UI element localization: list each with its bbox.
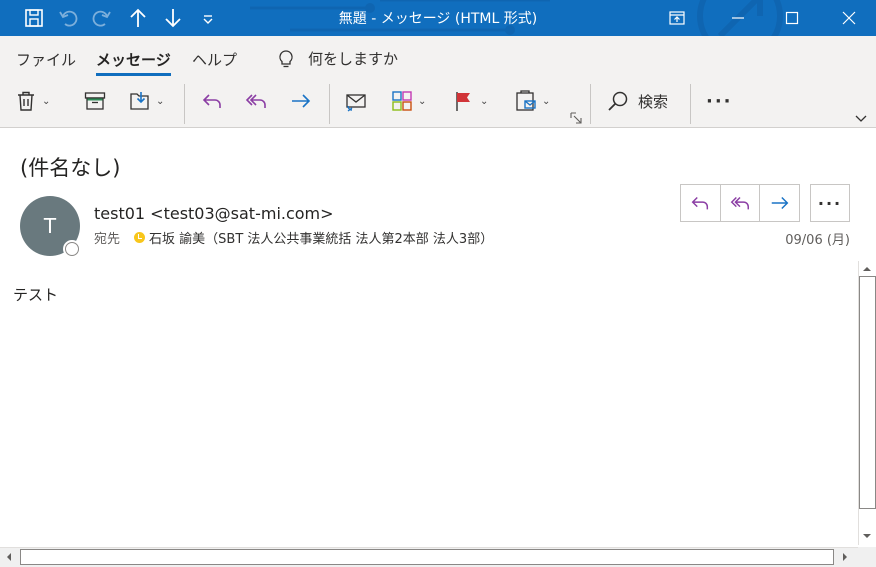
title-bar: 無題 - メッセージ (HTML 形式): [0, 0, 876, 36]
ribbon-display-icon[interactable]: [654, 0, 700, 36]
tell-me-text: 何をしますか: [308, 50, 399, 68]
ribbon-divider: [329, 84, 330, 124]
search-button[interactable]: 検索: [606, 86, 668, 116]
quick-actions: [680, 184, 800, 222]
dialog-launcher-icon[interactable]: [570, 112, 582, 124]
chevron-down-icon: ⌄: [418, 95, 427, 107]
message-subject: (件名なし): [20, 156, 121, 180]
more-actions-button[interactable]: ···: [810, 184, 850, 222]
chevron-down-icon: ⌄: [480, 95, 489, 107]
reply-all-icon: [245, 94, 266, 108]
archive-button[interactable]: [83, 86, 107, 116]
mail-reply-icon: [346, 94, 366, 112]
rules-icon: [516, 90, 536, 111]
delete-button[interactable]: ⌄: [14, 86, 50, 116]
forward-icon: [292, 94, 311, 108]
delete-icon: [18, 91, 34, 111]
scroll-up-icon[interactable]: [859, 262, 875, 276]
recipient-row: 宛先 石坂 諭美（SBT 法人公共事業統括 法人第2本部 法人3部）: [94, 228, 493, 247]
reply-all-button[interactable]: [721, 185, 761, 221]
chevron-down-icon: ⌄: [42, 95, 51, 107]
ribbon: ファイル メッセージ ヘルプ 何をしますか ⌄ ⌄ ⌄ ⌄ ⌄ 検索 ···: [0, 36, 876, 128]
more-icon: ···: [817, 193, 843, 213]
maximize-icon[interactable]: [769, 0, 815, 36]
to-label: 宛先: [94, 232, 121, 247]
ribbon-divider: [184, 84, 185, 124]
forward-button[interactable]: [289, 86, 313, 116]
move-button[interactable]: ⌄: [128, 86, 164, 116]
more-commands-button[interactable]: ···: [706, 86, 733, 116]
search-icon: [608, 91, 628, 111]
recipient-name[interactable]: 石坂 諭美（SBT 法人公共事業統括 法人第2本部 法人3部）: [149, 228, 493, 247]
categorize-button[interactable]: ⌄: [390, 86, 426, 116]
categorize-icon: [392, 91, 412, 111]
scrollbar-corner: [858, 547, 876, 567]
ribbon-divider: [590, 84, 591, 124]
chevron-down-icon: ⌄: [542, 95, 551, 107]
forward-button[interactable]: [760, 185, 799, 221]
flag-button[interactable]: ⌄: [452, 86, 488, 116]
respond-button[interactable]: [344, 86, 368, 116]
reply-button[interactable]: [200, 86, 224, 116]
reply-icon: [691, 196, 709, 210]
search-label: 検索: [638, 92, 669, 111]
move-icon: [130, 92, 149, 110]
tab-message[interactable]: メッセージ: [96, 49, 171, 76]
avatar-initial: T: [43, 214, 57, 238]
minimize-icon[interactable]: [715, 0, 761, 36]
collapse-ribbon-icon[interactable]: [854, 112, 868, 124]
away-status-icon: [134, 232, 146, 243]
tell-me-box[interactable]: 何をしますか: [276, 48, 398, 69]
chevron-down-icon: ⌄: [156, 95, 165, 107]
sender[interactable]: test01 <test03@sat-mi.com>: [94, 204, 334, 223]
vertical-scroll-thumb[interactable]: [859, 276, 876, 509]
reply-button[interactable]: [681, 185, 721, 221]
tab-file[interactable]: ファイル: [16, 49, 76, 70]
archive-icon: [84, 92, 106, 110]
scroll-right-icon[interactable]: [838, 550, 852, 564]
reply-icon: [202, 94, 221, 108]
tab-help[interactable]: ヘルプ: [192, 49, 237, 70]
lightbulb-icon: [279, 49, 293, 67]
message-body[interactable]: テスト: [13, 284, 58, 305]
scroll-left-icon[interactable]: [2, 550, 16, 564]
more-icon: ···: [706, 90, 733, 112]
message-date: 09/06 (月): [785, 233, 850, 248]
horizontal-scroll-thumb[interactable]: [20, 549, 834, 565]
ribbon-divider: [690, 84, 691, 124]
reply-all-button[interactable]: [244, 86, 268, 116]
rules-button[interactable]: ⌄: [514, 86, 550, 116]
close-icon[interactable]: [826, 0, 872, 36]
flag-icon: [456, 92, 470, 111]
reply-all-icon: [730, 196, 749, 210]
scroll-down-icon[interactable]: [859, 529, 875, 543]
forward-icon: [771, 196, 789, 210]
presence-status-icon: [63, 240, 81, 258]
